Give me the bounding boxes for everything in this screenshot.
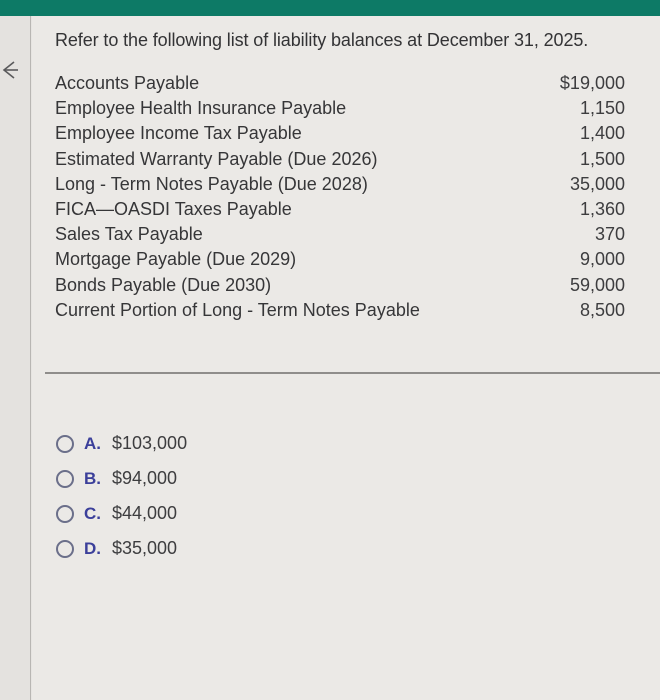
option-letter: A. <box>84 433 101 453</box>
back-arrow-icon[interactable] <box>0 56 18 86</box>
liability-name: Sales Tax Payable <box>55 224 203 245</box>
liability-name: Long - Term Notes Payable (Due 2028) <box>55 173 368 194</box>
liability-name: Employee Income Tax Payable <box>55 123 302 144</box>
liability-row: Bonds Payable (Due 2030) 59,000 <box>55 274 625 299</box>
liability-name: Accounts Payable <box>55 73 200 93</box>
option-a[interactable]: A. $103,000 <box>56 426 187 461</box>
question-panel: Refer to the following list of liability… <box>32 16 660 700</box>
liability-name: Current Portion of Long - Term Notes Pay… <box>55 299 420 320</box>
liability-row: Sales Tax Payable 370 <box>55 223 625 248</box>
liability-amount: 1,400 <box>579 123 625 144</box>
liability-name: Mortgage Payable (Due 2029) <box>55 249 297 270</box>
liability-amount: 1,150 <box>579 98 625 119</box>
option-letter: B. <box>84 468 101 488</box>
radio-button[interactable] <box>56 469 74 488</box>
liability-name: FICA—OASDI Taxes Payable <box>55 198 292 219</box>
option-letter: D. <box>84 538 101 558</box>
liability-amount: 59,000 <box>569 274 625 295</box>
liability-amount: 8,500 <box>579 299 625 320</box>
question-prompt: Refer to the following list of liability… <box>55 30 589 50</box>
liability-amount: $19,000 <box>559 73 625 93</box>
radio-button[interactable] <box>56 434 74 453</box>
liability-amount: 35,000 <box>569 173 625 194</box>
option-b[interactable]: B. $94,000 <box>56 461 187 496</box>
option-letter: C. <box>84 503 101 523</box>
liability-row: Estimated Warranty Payable (Due 2026) 1,… <box>55 148 625 173</box>
option-value: $35,000 <box>112 538 178 558</box>
top-header-bar <box>0 0 660 16</box>
liability-row: Employee Health Insurance Payable 1,150 <box>55 97 625 122</box>
option-c[interactable]: C. $44,000 <box>56 496 187 531</box>
option-value: $103,000 <box>112 433 188 453</box>
liability-name: Estimated Warranty Payable (Due 2026) <box>55 148 378 169</box>
liability-row: Current Portion of Long - Term Notes Pay… <box>55 299 625 324</box>
liability-name: Bonds Payable (Due 2030) <box>55 274 272 295</box>
radio-button[interactable] <box>56 504 74 523</box>
liability-amount: 1,500 <box>579 148 625 169</box>
liability-row: Mortgage Payable (Due 2029) 9,000 <box>55 248 625 273</box>
option-value: $94,000 <box>112 468 178 488</box>
liability-row: Long - Term Notes Payable (Due 2028) 35,… <box>55 173 625 198</box>
option-d[interactable]: D. $35,000 <box>56 531 187 566</box>
liability-amount: 370 <box>594 224 625 245</box>
liability-list: Accounts Payable $19,000 Employee Health… <box>55 72 625 324</box>
liability-row: Accounts Payable $19,000 <box>55 72 625 97</box>
answer-options: A. $103,000 B. $94,000 C. $44,000 D. $35… <box>56 426 187 566</box>
section-divider <box>45 372 660 374</box>
left-rail <box>0 16 31 700</box>
liability-name: Employee Health Insurance Payable <box>55 98 347 119</box>
liability-amount: 9,000 <box>579 249 625 270</box>
liability-row: FICA—OASDI Taxes Payable 1,360 <box>55 198 625 223</box>
radio-button[interactable] <box>56 539 74 558</box>
liability-amount: 1,360 <box>579 198 625 219</box>
liability-row: Employee Income Tax Payable 1,400 <box>55 122 625 147</box>
option-value: $44,000 <box>112 503 178 523</box>
